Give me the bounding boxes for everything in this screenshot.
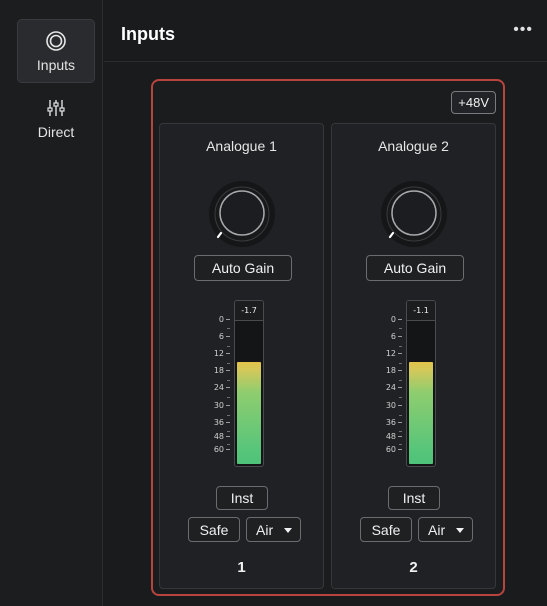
channel-strip-2: Analogue 2 Auto Gain 0 6 12 18 24 30 36 48 60 -1… — [331, 123, 496, 589]
inputs-circle-icon — [45, 29, 67, 53]
meter-minor-tick — [399, 363, 402, 364]
gain-knob[interactable] — [379, 179, 449, 249]
channel-name: Analogue 1 — [206, 138, 277, 154]
meter-minor-tick — [399, 346, 402, 347]
inst-button[interactable]: Inst — [388, 486, 440, 510]
inst-button[interactable]: Inst — [216, 486, 268, 510]
meter-tick-label: 24 — [214, 384, 230, 392]
meter-minor-tick — [227, 363, 230, 364]
safe-button[interactable]: Safe — [188, 517, 240, 542]
device-panel: +48V Analogue 1 Auto Gain 0 6 12 18 24 30 36 48… — [151, 79, 505, 596]
gain-knob[interactable] — [207, 179, 277, 249]
channel-number: 1 — [237, 559, 246, 576]
level-meter: -1.7 — [234, 300, 264, 467]
meter-tick-label: 0 — [219, 316, 230, 324]
phantom-power-button[interactable]: +48V — [451, 91, 496, 114]
sidebar-item-label: Inputs — [36, 57, 76, 73]
meter-scale: 0 6 12 18 24 30 36 48 60 — [362, 316, 402, 470]
more-options-icon[interactable]: ••• — [513, 22, 533, 38]
meter-minor-tick — [399, 380, 402, 381]
meter-scale: 0 6 12 18 24 30 36 48 60 — [190, 316, 230, 470]
sidebar-item-inputs[interactable]: Inputs — [17, 19, 95, 83]
meter-tick-label: 60 — [386, 446, 402, 454]
main-header: Inputs ••• — [104, 0, 547, 62]
meter-minor-tick — [399, 397, 402, 398]
meter-minor-tick — [399, 444, 402, 445]
meter-minor-tick — [399, 415, 402, 416]
meter-tick-label: 18 — [214, 367, 230, 375]
safe-button[interactable]: Safe — [360, 517, 412, 542]
peak-readout: -1.1 — [407, 301, 435, 321]
chevron-down-icon — [456, 528, 464, 533]
meter-tick-label: 24 — [386, 384, 402, 392]
meter-tick-label: 36 — [386, 419, 402, 427]
meter-minor-tick — [227, 397, 230, 398]
meter-minor-tick — [399, 328, 402, 329]
channel-strip-1: Analogue 1 Auto Gain 0 6 12 18 24 30 36 48 60 -1… — [159, 123, 324, 589]
air-dropdown-label: Air — [428, 521, 446, 538]
meter-tick-label: 12 — [386, 350, 402, 358]
meter-tick-label: 6 — [219, 333, 230, 341]
meter-tick-label: 30 — [386, 402, 402, 410]
meter-tick-label: 60 — [214, 446, 230, 454]
channel-number: 2 — [409, 559, 418, 576]
meter-minor-tick — [227, 328, 230, 329]
meter-minor-tick — [227, 431, 230, 432]
meter-minor-tick — [227, 444, 230, 445]
sidebar: Inputs Direct — [0, 0, 103, 606]
sidebar-item-label: Direct — [37, 124, 75, 140]
air-dropdown-label: Air — [256, 521, 274, 538]
air-dropdown[interactable]: Air — [246, 517, 301, 542]
meter-tick-label: 18 — [386, 367, 402, 375]
auto-gain-button[interactable]: Auto Gain — [366, 255, 464, 281]
meter-minor-tick — [227, 380, 230, 381]
chevron-down-icon — [284, 528, 292, 533]
meter-tick-label: 36 — [214, 419, 230, 427]
meter-minor-tick — [227, 346, 230, 347]
meter-level-bar — [237, 362, 261, 464]
meter-tick-label: 6 — [391, 333, 402, 341]
meter-tick-label: 12 — [214, 350, 230, 358]
peak-readout: -1.7 — [235, 301, 263, 321]
sidebar-item-direct[interactable]: Direct — [17, 87, 95, 151]
meter-minor-tick — [227, 415, 230, 416]
meter-tick-label: 30 — [214, 402, 230, 410]
auto-gain-button[interactable]: Auto Gain — [194, 255, 292, 281]
channel-name: Analogue 2 — [378, 138, 449, 154]
meter-level-bar — [409, 362, 433, 464]
mixer-sliders-icon — [45, 96, 67, 120]
level-meter: -1.1 — [406, 300, 436, 467]
meter-minor-tick — [399, 431, 402, 432]
air-dropdown[interactable]: Air — [418, 517, 473, 542]
meter-tick-label: 48 — [386, 433, 402, 441]
meter-tick-label: 0 — [391, 316, 402, 324]
meter-tick-label: 48 — [214, 433, 230, 441]
page-title: Inputs — [121, 24, 175, 44]
